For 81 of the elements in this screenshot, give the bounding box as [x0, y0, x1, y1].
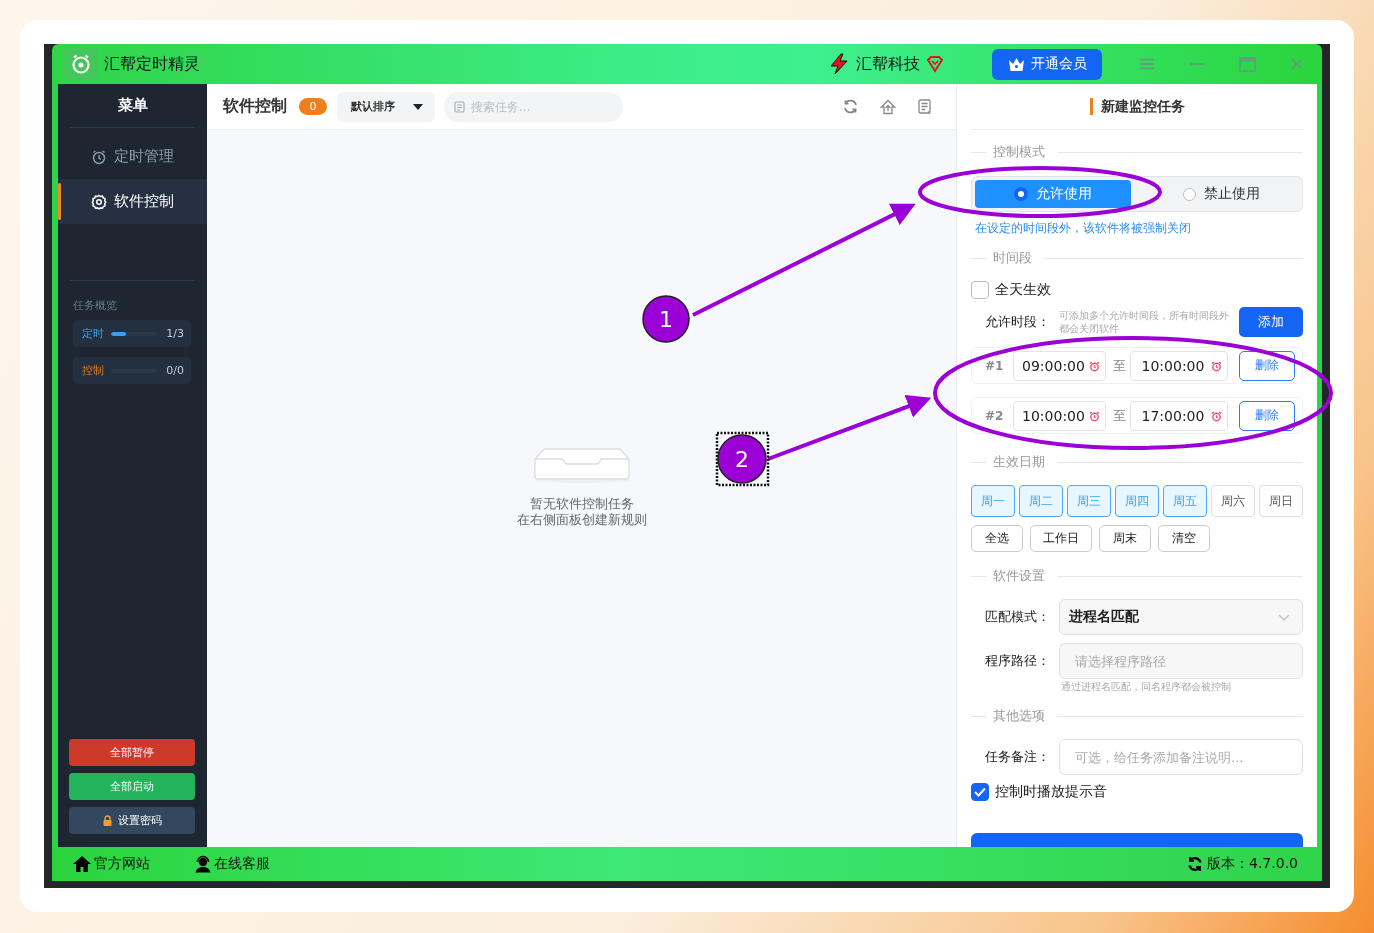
action-button[interactable]: 全部暂停 [69, 739, 195, 766]
period-index: #2 [985, 408, 1005, 423]
panel-title: 新建监控任务 [1089, 98, 1185, 115]
stat-label: 定时 [82, 326, 105, 341]
section-label: 任务概览 [73, 298, 118, 313]
chevron-icon [1278, 613, 1290, 621]
document-icon[interactable] [918, 98, 932, 115]
period-index: #1 [985, 358, 1005, 373]
range-separator: 至 [1113, 406, 1125, 425]
sidebar-item[interactable]: 定时管理 [58, 134, 207, 179]
range-separator: 至 [1113, 356, 1125, 375]
empty-message: 在右侧面板创建新规则 [516, 511, 647, 528]
crown-icon [1007, 56, 1025, 72]
checkbox[interactable] [971, 783, 989, 801]
checkbox[interactable] [971, 281, 989, 299]
section-label: 其他选项 [992, 707, 1046, 725]
checkbox-label: 全天生效 [995, 281, 1051, 299]
mode-hint: 在设定的时间段外，该软件将被强制关闭 [975, 221, 1191, 235]
time-field[interactable]: 10:00:00 [1013, 400, 1106, 431]
alarm-clock-icon [91, 148, 107, 165]
alarm-clock-icon[interactable] [1211, 360, 1222, 372]
weekday-toggle[interactable]: 周六 [1211, 485, 1255, 517]
quick-select-button[interactable]: 周末 [1099, 525, 1151, 552]
checkbox-label: 控制时播放提示音 [995, 783, 1107, 801]
sidebar-item[interactable]: 软件控制 [58, 179, 207, 224]
section-label: 软件设置 [992, 567, 1046, 585]
note-field[interactable]: 可选，给任务添加备注说明... [1059, 739, 1303, 775]
field-hint: 可添加多个允许时间段，所有时间段外都会关闭软件 [1059, 309, 1229, 335]
step-badge: 2 [715, 431, 770, 487]
field-label: 任务备注： [985, 748, 1051, 766]
home-arrow-icon[interactable] [880, 98, 896, 115]
field-hint: 通过进程名匹配，同名程序都会被控制 [1061, 681, 1231, 692]
delete-button[interactable]: 删除 [1239, 400, 1295, 431]
time-field[interactable]: 10:00:00 [1130, 350, 1228, 381]
count-badge: 0 [299, 98, 327, 115]
field-label: 允许时段： [985, 313, 1051, 331]
search-field[interactable]: 搜索任务... [444, 91, 623, 122]
mode-option[interactable]: 禁止使用 [1143, 180, 1299, 208]
vip-button[interactable]: 开通会员 [992, 48, 1102, 80]
sort-dropdown[interactable]: 默认排序 [337, 91, 435, 122]
add-button[interactable]: 添加 [1239, 307, 1303, 337]
stat-reading: 1/3 [165, 327, 184, 340]
field-label: 匹配模式： [985, 608, 1051, 626]
caret-icon [413, 103, 423, 110]
time-field[interactable]: 09:00:00 [1013, 350, 1106, 381]
step-badge: 1 [642, 295, 690, 343]
delete-button[interactable]: 删除 [1239, 350, 1295, 381]
field-label: 程序路径： [985, 652, 1051, 670]
gem-heart-icon [926, 55, 944, 73]
sidebar-title: 菜单 [116, 95, 149, 116]
version-text: 版本：4.7.0.0 [1207, 855, 1298, 873]
empty-message: 暂无软件控制任务 [529, 495, 634, 512]
lock-icon [102, 815, 112, 826]
stat-label: 控制 [82, 363, 105, 378]
clock-app-icon [64, 48, 98, 80]
quick-select-button[interactable]: 全选 [971, 525, 1023, 552]
path-field[interactable]: 请选择程序路径 [1059, 643, 1303, 679]
document-icon [454, 100, 465, 113]
refresh-icon[interactable] [1187, 856, 1203, 872]
gear-icon [91, 193, 107, 210]
alarm-clock-icon[interactable] [1089, 360, 1100, 372]
weekday-toggle[interactable]: 周日 [1259, 485, 1303, 517]
lightning-logo-icon [828, 53, 850, 75]
footer-link[interactable]: 在线客服 [194, 855, 270, 873]
alarm-clock-icon[interactable] [1211, 410, 1222, 422]
section-label: 生效日期 [992, 453, 1046, 471]
quick-select-button[interactable]: 工作日 [1030, 525, 1092, 552]
window-title: 汇帮定时精灵 [104, 53, 200, 75]
home-icon [72, 855, 92, 873]
headset-person-icon [194, 855, 212, 873]
action-button[interactable]: 设置密码 [69, 807, 195, 834]
stat-reading: 0/0 [165, 364, 184, 377]
footer-link[interactable]: 官方网站 [72, 855, 150, 873]
quick-select-button[interactable]: 清空 [1158, 525, 1210, 552]
time-field[interactable]: 17:00:00 [1130, 400, 1228, 431]
alarm-clock-icon[interactable] [1089, 410, 1100, 422]
page-title: 软件控制 [223, 96, 287, 117]
section-label: 时间段 [992, 249, 1033, 267]
section-label: 控制模式 [992, 143, 1046, 161]
brand-name: 汇帮科技 [856, 53, 920, 75]
match-mode-select[interactable]: 进程名匹配 [1059, 599, 1303, 635]
